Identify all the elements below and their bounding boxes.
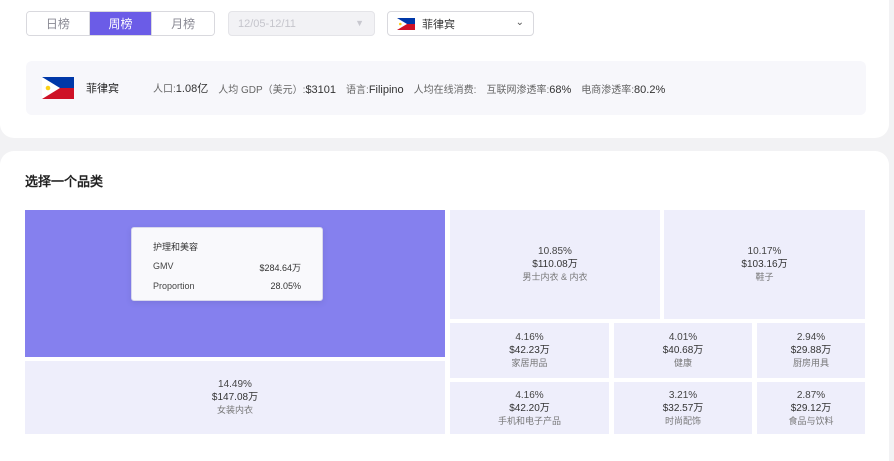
philippines-flag-icon [42, 77, 74, 99]
country-info-bar: 菲律宾 人口:1.08亿 人均 GDP（美元）:$3101 语言:Filipin… [26, 61, 866, 115]
country-select-value: 菲律宾 [422, 18, 455, 31]
treemap-tile-home[interactable]: 4.16% $42.23万 家居用品 [450, 323, 609, 378]
treemap-tile-menswear[interactable]: 10.85% $110.08万 男士内衣 & 内衣 [450, 210, 660, 319]
date-range-value: 12/05-12/11 [238, 17, 296, 30]
treemap-tile-kitchen[interactable]: 2.94% $29.88万 厨房用具 [757, 323, 865, 378]
language-stat: 语言:Filipino [346, 83, 404, 96]
chevron-down-icon: ▼ [355, 18, 364, 28]
treemap-tile-shoes[interactable]: 10.17% $103.16万 鞋子 [664, 210, 865, 319]
online-spend-stat: 人均在线消费: [413, 84, 477, 96]
treemap-tile-health[interactable]: 4.01% $40.68万 健康 [614, 323, 752, 378]
treemap-tile-food[interactable]: 2.87% $29.12万 食品与饮料 [757, 382, 865, 434]
population-stat: 人口:1.08亿 [153, 83, 209, 95]
philippines-flag-icon [397, 17, 415, 30]
section-title: 选择一个品类 [25, 174, 104, 189]
tooltip-gmv-row: GMV $284.64万 [153, 261, 301, 273]
tooltip-title: 护理和美容 [153, 242, 199, 252]
tab-daily[interactable]: 日榜 [27, 12, 90, 35]
gdp-stat: 人均 GDP（美元）:$3101 [218, 83, 337, 96]
tab-weekly[interactable]: 周榜 [89, 12, 153, 35]
country-select[interactable]: 菲律宾 ⌄ [387, 11, 534, 36]
ecommerce-penetration-stat: 电商渗透率:80.2% [581, 83, 666, 96]
tab-monthly[interactable]: 月榜 [152, 12, 214, 35]
treemap-tile-electronics[interactable]: 4.16% $42.20万 手机和电子产品 [450, 382, 609, 434]
tooltip-proportion-row: Proportion 28.05% [153, 281, 301, 291]
treemap-tile-accessories[interactable]: 3.21% $32.57万 时尚配饰 [614, 382, 752, 434]
treemap-tooltip: 护理和美容 GMV $284.64万 Proportion 28.05% [131, 227, 323, 301]
internet-penetration-stat: 互联网渗透率:68% [486, 83, 572, 96]
country-name: 菲律宾 [86, 83, 119, 95]
chevron-down-icon: ⌄ [515, 17, 524, 28]
period-tabs: 日榜 周榜 月榜 [26, 11, 215, 36]
treemap-tile-womenswear[interactable]: 14.49% $147.08万 女装内衣 [25, 361, 445, 434]
date-range-select[interactable]: 12/05-12/11 ▼ [228, 11, 375, 36]
